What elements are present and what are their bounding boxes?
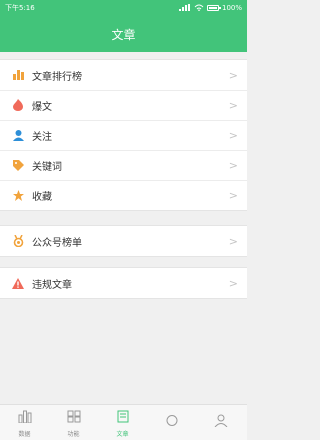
menu-item-article-ranking[interactable]: 文章排行榜 >: [0, 60, 247, 90]
data-icon: [18, 408, 32, 427]
article-icon: [116, 408, 130, 427]
tab-5[interactable]: [196, 405, 245, 440]
page-title: 文章: [111, 27, 136, 42]
menu-item-label: 关注: [32, 131, 52, 143]
tab-label: 功能: [67, 430, 80, 438]
status-time: 下午5:16: [5, 4, 35, 12]
person-icon: [12, 129, 24, 141]
menu-item-violating-articles[interactable]: 违规文章 >: [0, 268, 247, 298]
battery-icon: [206, 5, 221, 11]
menu-item-favorites[interactable]: 收藏 >: [0, 180, 247, 210]
tab-label: 数据: [18, 430, 31, 438]
tab-articles[interactable]: 文章: [98, 405, 147, 440]
menu-item-account-ranking[interactable]: 公众号榜单 >: [0, 226, 247, 256]
menu-group-violations: 违规文章 >: [0, 267, 247, 299]
status-right: 100%: [178, 3, 242, 13]
menu-item-label: 爆文: [32, 101, 52, 113]
star-icon: [12, 189, 24, 201]
menu-item-hot-articles[interactable]: 爆文 >: [0, 90, 247, 120]
menu-group-main: 文章排行榜 > 爆文 > 关注 > 关键词 > 收藏 >: [0, 59, 247, 211]
menu-item-label: 违规文章: [32, 279, 72, 291]
status-bar: 下午5:16 100%: [0, 0, 247, 16]
bottom-nav: 数据 功能 文章: [0, 404, 247, 440]
chevron-right-icon: >: [228, 128, 238, 142]
placeholder-icon: [165, 412, 179, 431]
menu-item-follow[interactable]: 关注 >: [0, 120, 247, 150]
menu-item-keywords[interactable]: 关键词 >: [0, 150, 247, 180]
medal-icon: [12, 235, 24, 247]
app-header: 文章: [0, 16, 247, 52]
menu-item-label: 收藏: [32, 191, 52, 203]
menu-item-label: 关键词: [32, 161, 62, 173]
battery-percent: 100%: [221, 4, 242, 12]
tab-label: 文章: [116, 430, 129, 438]
tab-features[interactable]: 功能: [49, 405, 98, 440]
placeholder-icon: [214, 412, 228, 431]
chevron-right-icon: >: [228, 68, 238, 82]
menu-item-label: 公众号榜单: [32, 237, 82, 249]
bar-chart-icon: [12, 69, 24, 81]
flame-icon: [12, 99, 24, 111]
tag-icon: [12, 159, 24, 171]
chevron-right-icon: >: [228, 276, 238, 290]
menu-item-label: 文章排行榜: [32, 71, 82, 83]
grid-icon: [67, 408, 81, 427]
chevron-right-icon: >: [228, 188, 238, 202]
warning-icon: [12, 277, 24, 289]
chevron-right-icon: >: [228, 158, 238, 172]
menu-group-accounts: 公众号榜单 >: [0, 225, 247, 257]
wifi-icon: [194, 4, 204, 13]
signal-icon: [178, 3, 191, 13]
chevron-right-icon: >: [228, 98, 238, 112]
chevron-right-icon: >: [228, 234, 238, 248]
tab-4[interactable]: [147, 405, 196, 440]
tab-data[interactable]: 数据: [0, 405, 49, 440]
